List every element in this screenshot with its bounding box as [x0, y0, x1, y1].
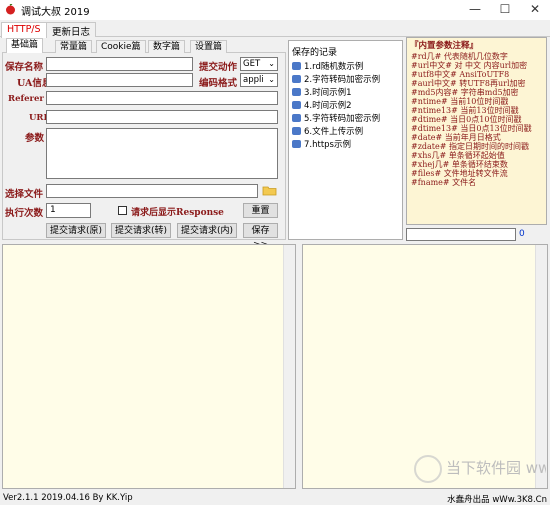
param-row: #md5内容# 字符串md5加密 [411, 88, 519, 97]
builtin-params-header: 『内置参数注释』 [410, 41, 479, 51]
watermark-logo-icon [414, 455, 442, 483]
encoding-value: appli [243, 75, 264, 85]
file-label: 选择文件 [5, 189, 44, 200]
show-response-label: 请求后显示Response [131, 208, 224, 218]
submit-raw-button[interactable]: 提交请求(原) [46, 223, 106, 238]
list-item[interactable]: 3.时间示例1 [292, 86, 352, 98]
record-icon [292, 114, 301, 122]
saved-records-header: 保存的记录 [292, 48, 338, 58]
tab-https[interactable]: HTTP/S [1, 22, 47, 38]
record-icon [292, 127, 301, 135]
tab-basic[interactable]: 基础篇 [6, 38, 44, 53]
record-icon [292, 62, 301, 70]
tab-constants[interactable]: 常量篇 [55, 40, 93, 53]
response-pane[interactable] [302, 244, 548, 489]
minimize-icon[interactable]: — [460, 0, 490, 20]
window-title: 调试大叔 2019 [21, 7, 90, 18]
reset-button[interactable]: 重置 [243, 203, 278, 218]
param-row: #files# 文件地址转文件流 [411, 169, 508, 178]
submit-internal-button[interactable]: 提交请求(内) [177, 223, 237, 238]
save-button[interactable]: 保存>> [243, 223, 278, 250]
list-item[interactable]: 5.字符转码加密示例 [292, 112, 380, 124]
param-row: #xhej几# 单条循环结束数 [411, 160, 508, 169]
param-row: #url中文# 对 中文 内容url加密 [411, 61, 528, 70]
record-icon [292, 88, 301, 96]
param-row: #aurl中文# 转UTF8再url加密 [411, 79, 526, 88]
param-row: #ntime# 当前10位时间戳 [411, 97, 509, 106]
status-bar: Ver2.1.1 2019.04.16 By KK.Yip 水蠢舟出品 wWw.… [0, 491, 550, 505]
submit-action-select[interactable]: GET ⌄ [240, 57, 278, 71]
record-icon [292, 140, 301, 148]
tab-cookie[interactable]: Cookie篇 [96, 40, 146, 53]
record-icon [292, 75, 301, 83]
tab-changelog[interactable]: 更新日志 [46, 22, 97, 38]
credit-text: 水蠢舟出品 wWw.3K8.Cn [447, 495, 547, 505]
submit-action-value: GET [243, 59, 261, 69]
maximize-icon[interactable]: ☐ [490, 0, 520, 20]
param-row: #utf8中文# AnsiToUTF8 [411, 70, 510, 79]
param-row: #date# 当前年月日格式 [411, 133, 501, 142]
referer-input[interactable] [46, 91, 278, 105]
referer-label: Referer [8, 94, 44, 104]
list-item[interactable]: 7.https示例 [292, 138, 351, 150]
watermark-text: 当下软件园 www.downxia.com [446, 459, 546, 477]
scrollbar[interactable] [535, 245, 547, 488]
counter-input[interactable] [406, 228, 516, 241]
show-response-checkbox[interactable] [118, 206, 127, 215]
param-row: #dtime# 当日0点10位时间戳 [411, 115, 522, 124]
folder-icon[interactable] [262, 183, 278, 198]
scrollbar[interactable] [283, 245, 295, 488]
file-path-input[interactable] [46, 184, 258, 198]
param-row: #ntime13# 当前13位时间戳 [411, 106, 519, 115]
list-item[interactable]: 2.字符转码加密示例 [292, 73, 380, 85]
param-row: #fname# 文件名 [411, 178, 477, 187]
list-item[interactable]: 6.文件上传示例 [292, 125, 363, 137]
close-icon[interactable]: ✕ [520, 0, 550, 20]
ua-input[interactable] [46, 73, 193, 87]
url-input[interactable] [46, 110, 278, 124]
chevron-down-icon: ⌄ [268, 59, 275, 68]
submit-convert-button[interactable]: 提交请求(转) [111, 223, 171, 238]
list-item[interactable]: 1.rd随机数示例 [292, 60, 363, 72]
app-logo-icon [5, 3, 16, 15]
encoding-label: 编码格式 [199, 78, 238, 89]
params-textarea[interactable] [46, 128, 278, 179]
record-icon [292, 101, 301, 109]
param-row: #xhs几# 单条循环起始值 [411, 151, 505, 160]
tab-numbers[interactable]: 数字篇 [148, 40, 186, 53]
save-name-label: 保存名称 [5, 62, 44, 73]
params-label: 参数 [25, 133, 45, 144]
exec-count-input[interactable]: 1 [46, 203, 91, 218]
list-item[interactable]: 4.时间示例2 [292, 99, 352, 111]
saved-records-list[interactable]: 保存的记录 1.rd随机数示例 2.字符转码加密示例 3.时间示例1 4.时间示… [288, 40, 403, 240]
builtin-params-panel: 『内置参数注释』 #rd几# 代表随机几位数字 #url中文# 对 中文 内容u… [406, 37, 547, 225]
request-log-pane[interactable] [2, 244, 296, 489]
exec-count-label: 执行次数 [5, 208, 44, 219]
counter-value: 0 [519, 229, 525, 239]
param-row: #rd几# 代表随机几位数字 [411, 52, 508, 61]
param-row: #zdate# 指定日期时间的时间戳 [411, 142, 530, 151]
chevron-down-icon: ⌄ [268, 75, 275, 84]
version-text: Ver2.1.1 2019.04.16 By KK.Yip [3, 493, 133, 503]
tab-settings[interactable]: 设置篇 [190, 40, 228, 53]
encoding-select[interactable]: appli ⌄ [240, 73, 278, 87]
submit-action-label: 提交动作 [199, 62, 238, 73]
param-row: #dtime13# 当日0点13位时间戳 [411, 124, 532, 133]
save-name-input[interactable] [46, 57, 193, 71]
